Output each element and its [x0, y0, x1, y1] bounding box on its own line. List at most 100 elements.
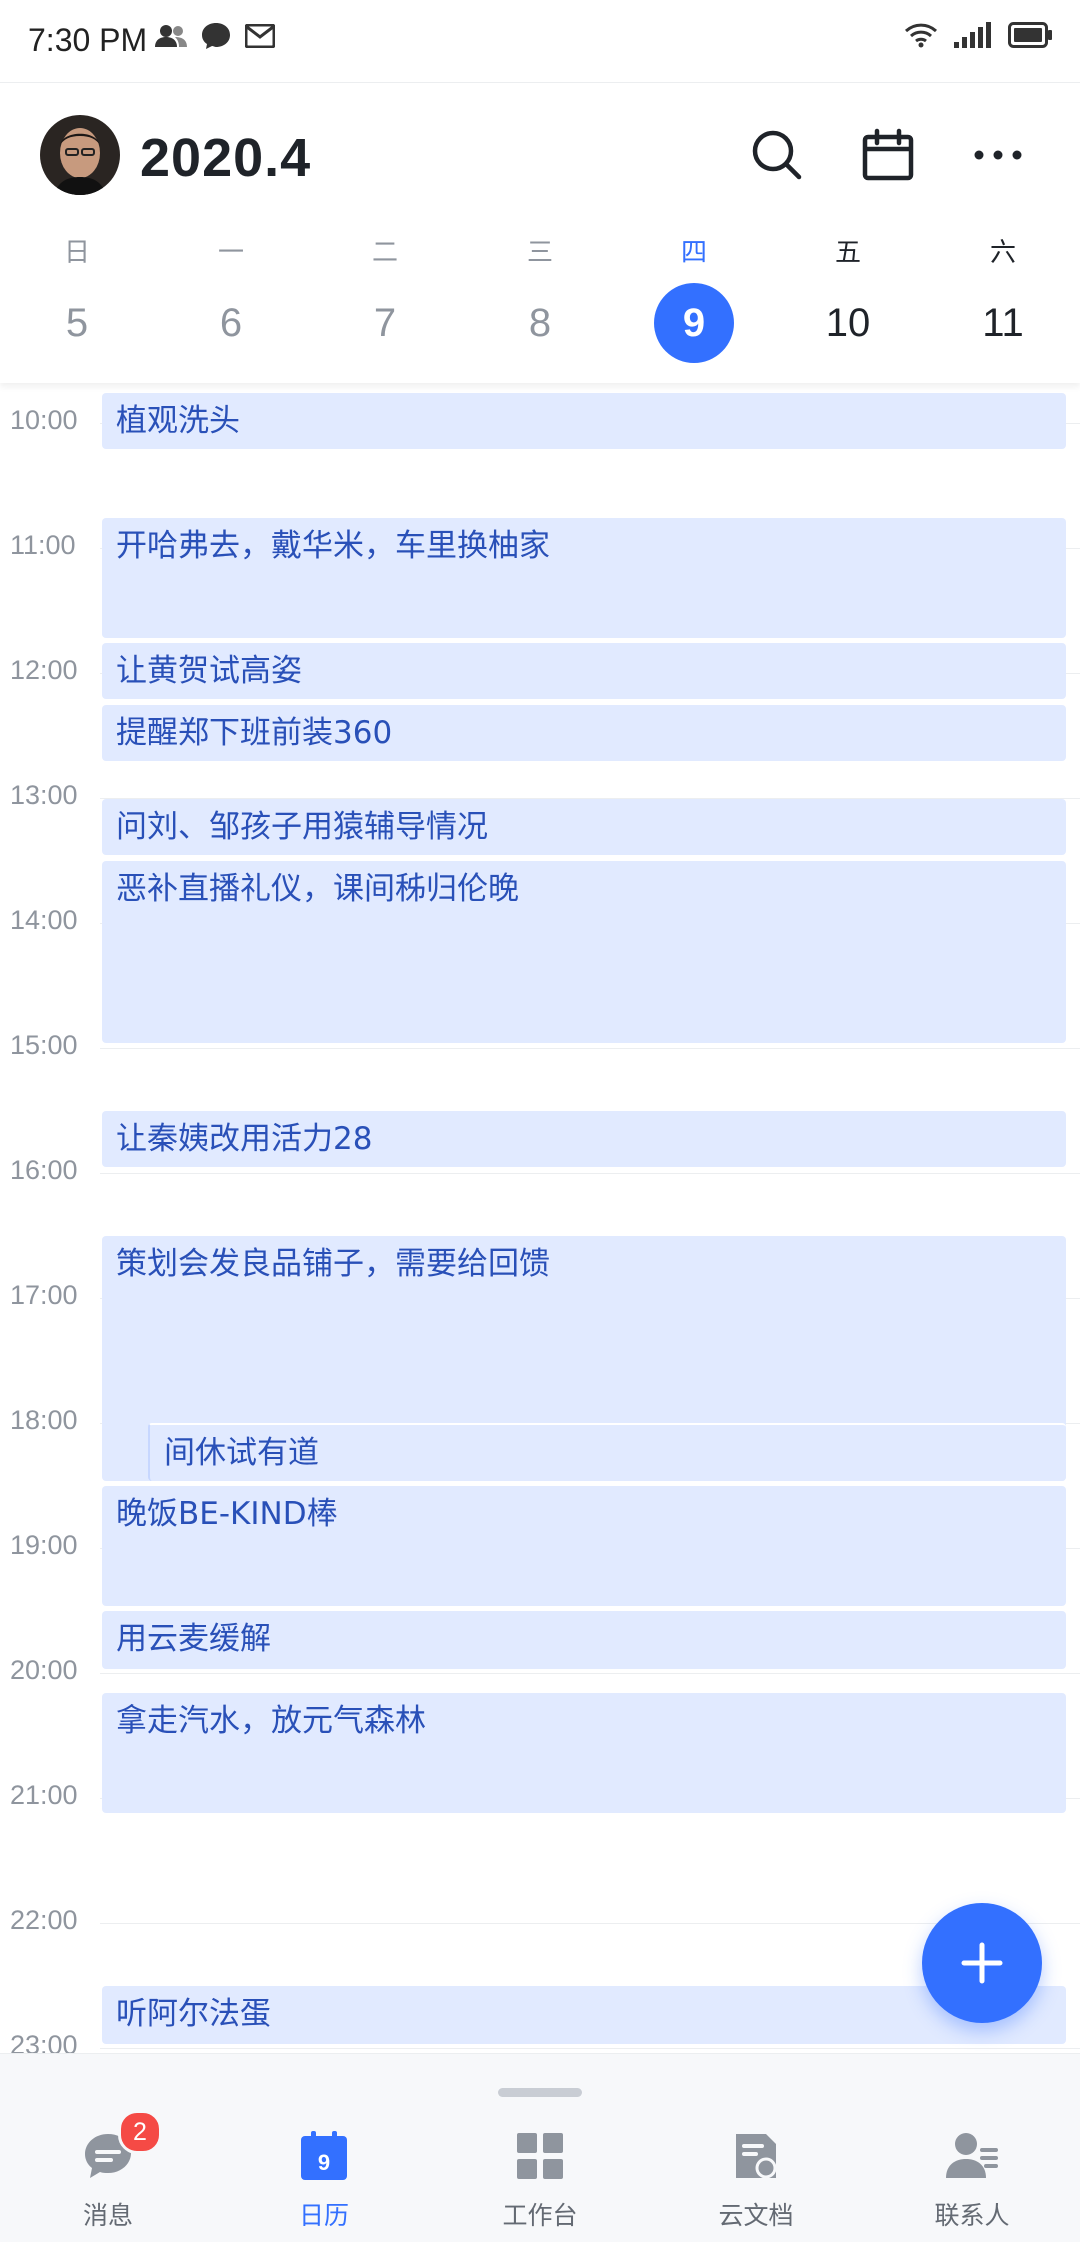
hour-label: 11:00 — [10, 530, 76, 560]
wifi-icon — [904, 22, 938, 52]
calendar-header: 2020.4 日 5 一 6 二 7 三 8 四 9 五 10 六 11 — [0, 83, 1080, 383]
event-title: 让黄贺试高姿 — [116, 653, 302, 689]
hour-gridline — [100, 1048, 1080, 1049]
calendar-tab-icon: 9 — [298, 2130, 350, 2182]
calendar-icon — [862, 128, 914, 181]
nav-label: 工作台 — [502, 2201, 578, 2230]
day-tue[interactable]: 二 7 — [308, 233, 462, 363]
day-thu[interactable]: 四 9 — [617, 233, 771, 363]
event-block[interactable]: 恶补直播礼仪，课间秭归伦晚 — [102, 861, 1066, 1043]
hour-label: 10:00 — [10, 405, 78, 435]
month-title[interactable]: 2020.4 — [140, 127, 311, 189]
add-event-button[interactable] — [922, 1903, 1042, 2023]
event-block[interactable]: 用云麦缓解 — [102, 1611, 1066, 1669]
battery-icon — [1008, 22, 1052, 52]
hour-label: 13:00 — [10, 780, 78, 810]
event-title: 间休试有道 — [164, 1435, 319, 1471]
event-title: 拿走汽水，放元气森林 — [116, 1703, 426, 1739]
event-block[interactable]: 让秦姨改用活力28 — [102, 1111, 1066, 1167]
status-bar: 7:30 PM — [0, 0, 1080, 82]
day-timeline[interactable]: 10:00 11:00 12:00 13:00 14:00 15:00 16:0… — [0, 383, 1080, 2053]
nav-contacts[interactable]: 联系人 — [864, 2130, 1080, 2240]
hour-label: 18:00 — [10, 1405, 78, 1435]
day-weekday: 一 — [217, 238, 244, 268]
nav-calendar[interactable]: 9 日历 — [216, 2130, 432, 2240]
event-block[interactable]: 开哈弗去，戴华米，车里换柚家 — [102, 518, 1066, 638]
message-icon: 2 — [82, 2110, 162, 2182]
hour-label: 21:00 — [10, 1780, 78, 1810]
event-block[interactable]: 听阿尔法蛋 — [102, 1986, 1066, 2044]
day-date: 7 — [373, 301, 397, 345]
event-title: 问刘、邹孩子用猿辅导情况 — [116, 809, 488, 845]
chat-icon — [201, 22, 231, 54]
event-title: 策划会发良品铺子，需要给回馈 — [116, 1246, 550, 1282]
day-sun[interactable]: 日 5 — [0, 233, 154, 363]
hour-gridline — [100, 2048, 1080, 2049]
day-mon[interactable]: 一 6 — [154, 233, 308, 363]
hour-label: 19:00 — [10, 1530, 78, 1560]
event-block[interactable]: 晚饭BE-KIND棒 — [102, 1486, 1066, 1606]
day-weekday: 日 — [63, 238, 90, 268]
day-date: 5 — [65, 301, 89, 345]
event-title: 恶补直播礼仪，课间秭归伦晚 — [116, 871, 519, 907]
day-fri[interactable]: 五 10 — [771, 233, 925, 363]
event-block[interactable]: 让黄贺试高姿 — [102, 643, 1066, 699]
hour-gridline — [100, 1173, 1080, 1174]
day-wed[interactable]: 三 8 — [463, 233, 617, 363]
event-title: 晚饭BE-KIND棒 — [116, 1496, 338, 1532]
bottom-nav: 2 消息 9 日历 工作台 云文档 联系人 — [0, 2053, 1080, 2242]
more-icon — [974, 150, 1022, 160]
day-weekday: 六 — [989, 238, 1016, 268]
event-block[interactable]: 问刘、邹孩子用猿辅导情况 — [102, 799, 1066, 855]
event-title: 提醒郑下班前装360 — [116, 715, 393, 751]
calendar-picker-button[interactable] — [858, 125, 918, 185]
signal-icon — [954, 22, 992, 52]
hour-label: 22:00 — [10, 1905, 78, 1935]
day-date: 10 — [825, 301, 871, 345]
event-title: 让秦姨改用活力28 — [116, 1121, 373, 1157]
event-block-overlap[interactable]: 间休试有道 — [148, 1423, 1066, 1481]
nav-workplace[interactable]: 工作台 — [432, 2130, 648, 2240]
contacts-icon — [946, 2130, 998, 2182]
event-title: 植观洗头 — [116, 403, 240, 439]
event-block[interactable]: 提醒郑下班前装360 — [102, 705, 1066, 761]
nav-label: 消息 — [82, 2201, 133, 2230]
hour-gridline — [100, 1673, 1080, 1674]
svg-text:9: 9 — [318, 2150, 330, 2175]
day-date: 8 — [528, 301, 552, 345]
nav-label: 日历 — [298, 2201, 349, 2230]
day-weekday: 四 — [680, 238, 707, 268]
day-date: 11 — [982, 301, 1024, 345]
selected-day-date: 9 — [654, 283, 734, 363]
hour-gridline — [100, 1923, 1080, 1924]
plus-icon — [961, 1942, 1003, 1984]
hour-label: 23:00 — [10, 2030, 78, 2053]
day-date: 6 — [219, 301, 243, 345]
drag-handle[interactable] — [498, 2088, 582, 2097]
day-sat[interactable]: 六 11 — [926, 233, 1080, 363]
hour-label: 20:00 — [10, 1655, 78, 1685]
nav-docs[interactable]: 云文档 — [648, 2130, 864, 2240]
hour-label: 14:00 — [10, 905, 78, 935]
week-strip: 日 5 一 6 二 7 三 8 四 9 五 10 六 11 — [0, 233, 1080, 373]
status-time: 7:30 PM — [28, 22, 148, 58]
hour-label: 12:00 — [10, 655, 78, 685]
more-button[interactable] — [968, 125, 1028, 185]
event-block[interactable]: 拿走汽水，放元气森林 — [102, 1693, 1066, 1813]
nav-messages[interactable]: 2 消息 — [0, 2110, 216, 2240]
search-icon — [752, 130, 802, 180]
event-title: 开哈弗去，戴华米，车里换柚家 — [116, 528, 550, 564]
people-icon — [155, 23, 187, 53]
mail-icon — [244, 23, 276, 52]
event-title: 听阿尔法蛋 — [116, 1996, 271, 2032]
day-weekday: 三 — [526, 238, 553, 268]
avatar[interactable] — [40, 115, 120, 195]
hour-label: 15:00 — [10, 1030, 78, 1060]
day-weekday: 五 — [834, 238, 861, 268]
day-weekday: 二 — [371, 238, 398, 268]
hour-label: 17:00 — [10, 1280, 78, 1310]
notification-icons — [155, 22, 276, 54]
search-button[interactable] — [747, 125, 807, 185]
event-block[interactable]: 植观洗头 — [102, 393, 1066, 449]
cloud-doc-icon — [730, 2130, 782, 2182]
